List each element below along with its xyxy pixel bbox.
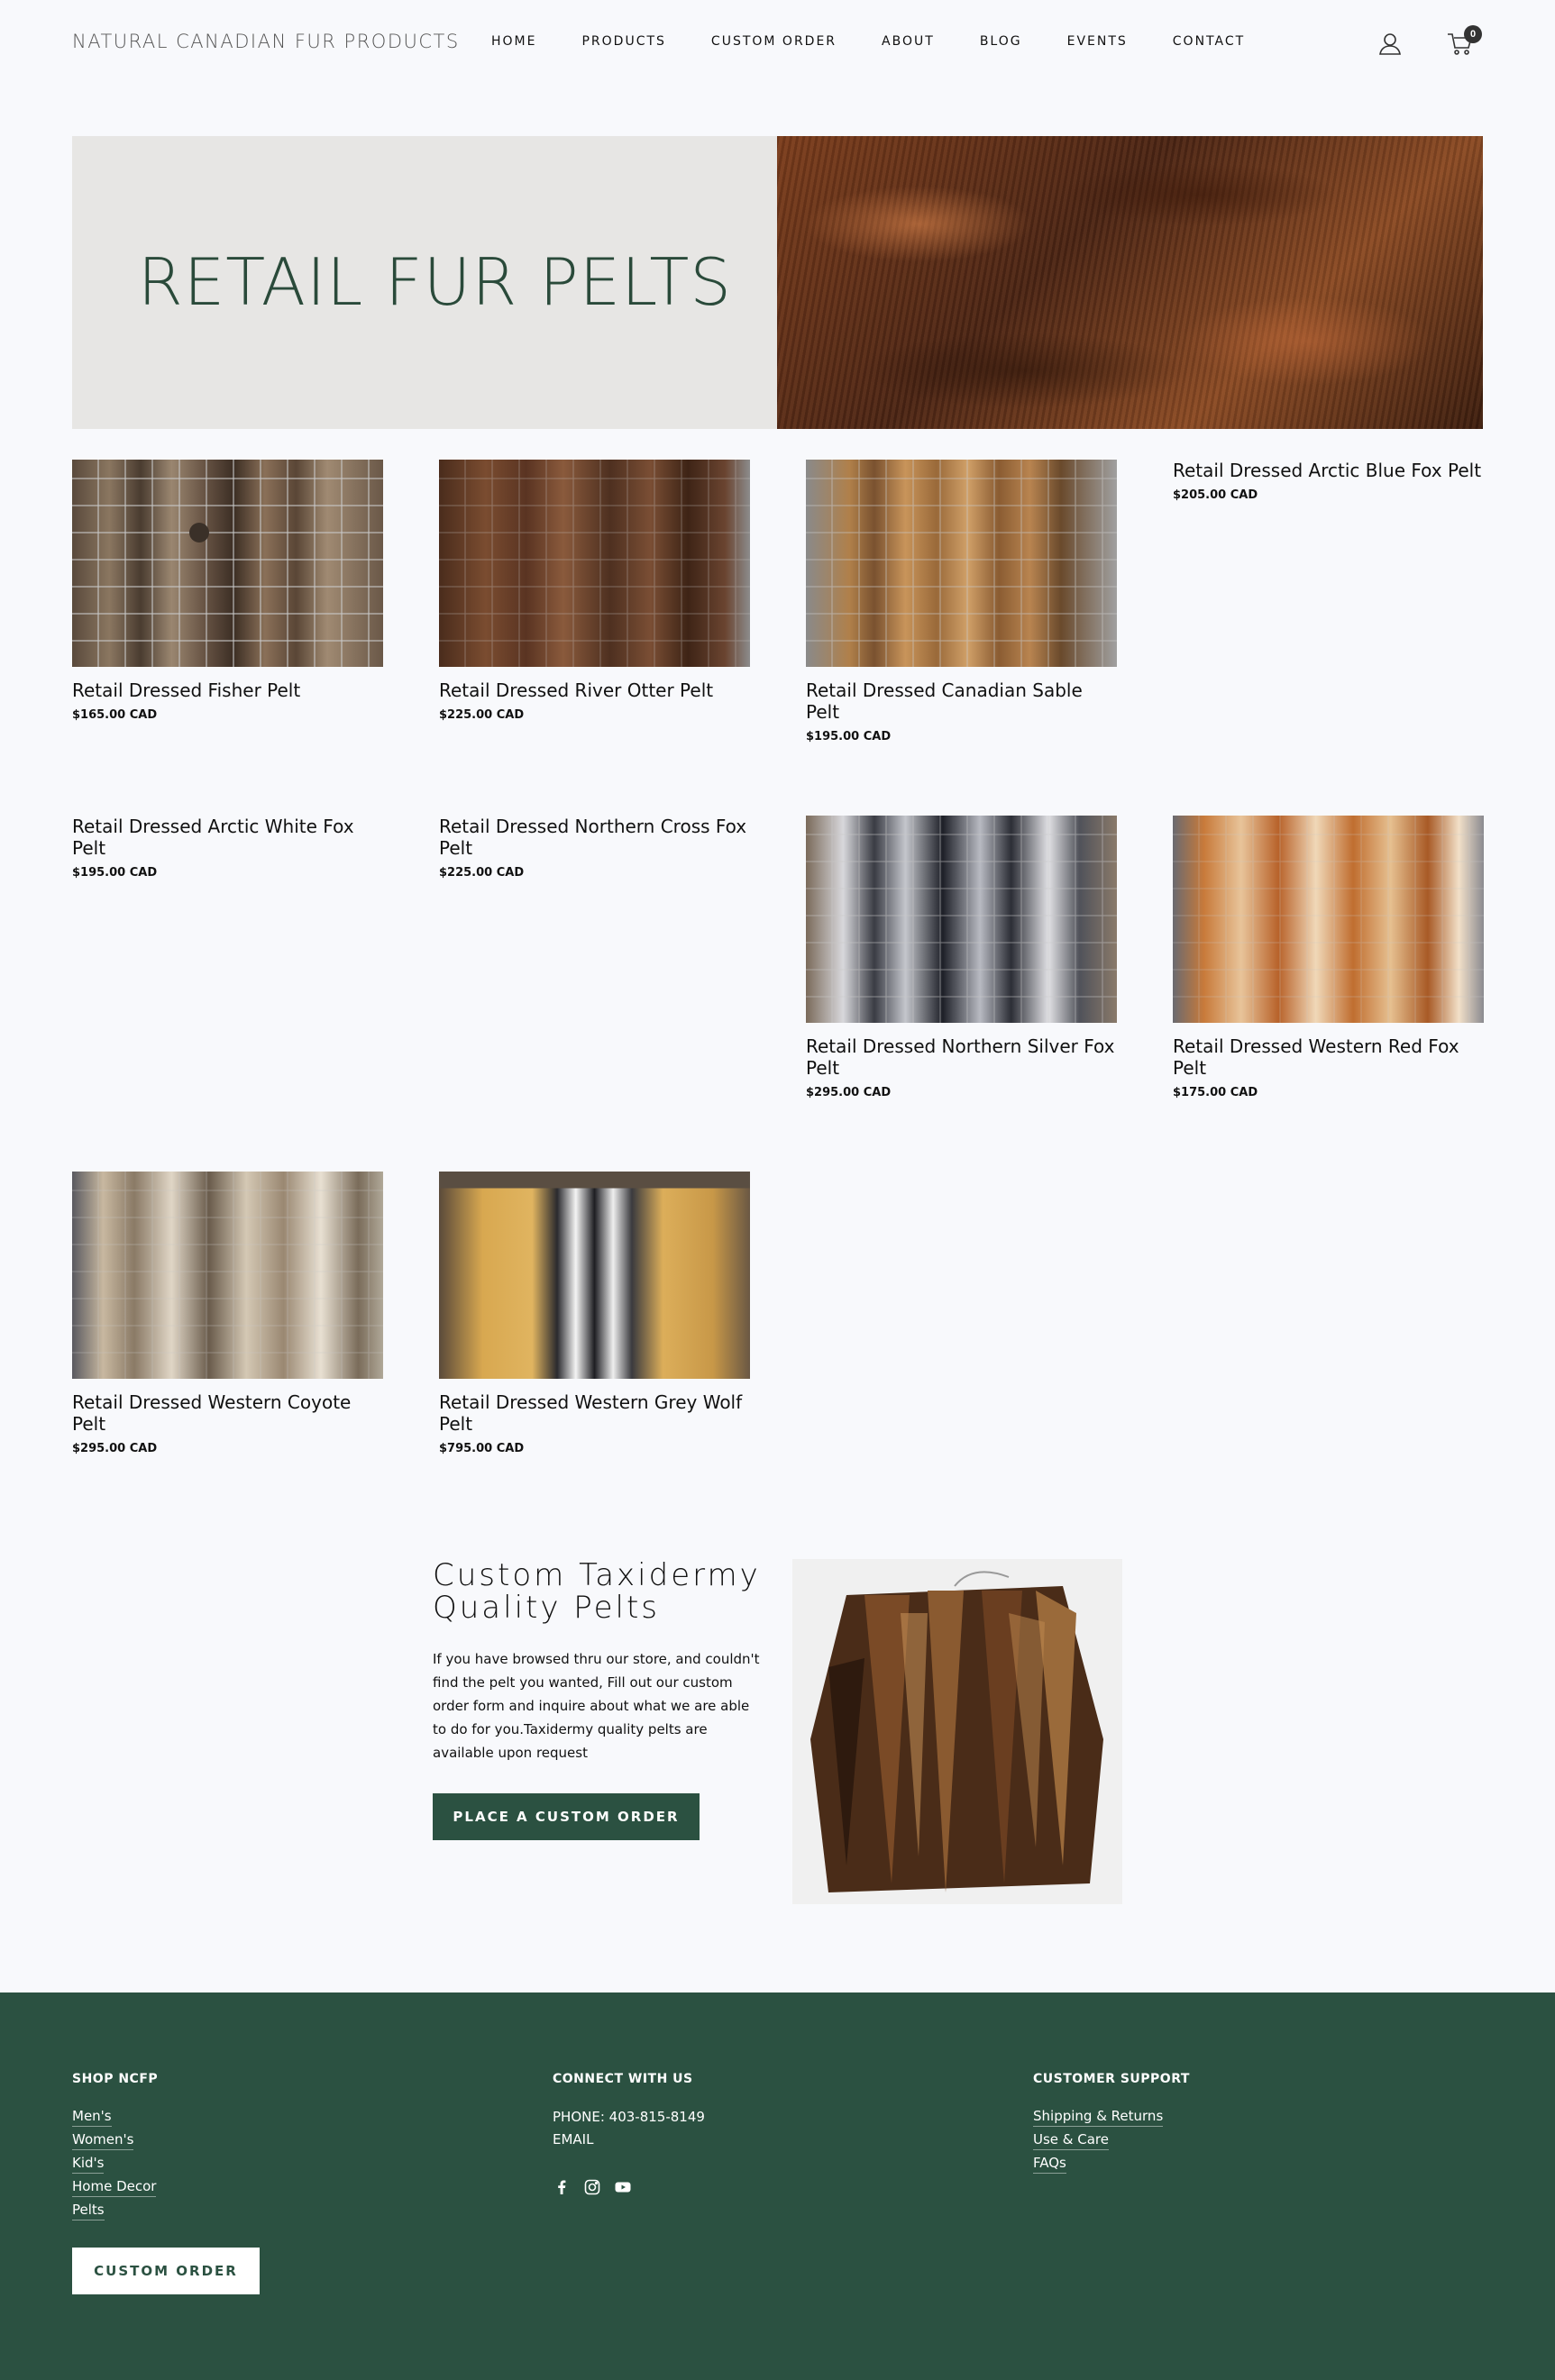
place-custom-order-button[interactable]: PLACE A CUSTOM ORDER bbox=[433, 1793, 700, 1840]
product-name[interactable]: Retail Dressed Western Grey Wolf Pelt bbox=[439, 1391, 750, 1435]
footer-link-faqs[interactable]: FAQs bbox=[1033, 2153, 1066, 2174]
footer-shop-heading: SHOP NCFP bbox=[72, 2072, 159, 2086]
footer-connect-column: CONNECT WITH US PHONE: 403-815-8149 EMAI… bbox=[553, 2072, 705, 2196]
social-links bbox=[553, 2178, 705, 2196]
product-name[interactable]: Retail Dressed Fisher Pelt bbox=[72, 679, 383, 701]
footer-link-pelts[interactable]: Pelts bbox=[72, 2200, 105, 2220]
youtube-icon[interactable] bbox=[614, 2178, 632, 2196]
site-header: NATURAL CANADIAN FUR PRODUCTS HOME PRODU… bbox=[0, 0, 1555, 87]
product-card[interactable]: Retail Dressed Western Coyote Pelt $295.… bbox=[72, 1172, 383, 1455]
nav-blog[interactable]: BLOG bbox=[980, 34, 1022, 49]
footer-shop-column: SHOP NCFP Men's Women's Kid's Home Decor… bbox=[72, 2072, 158, 2223]
nav-events[interactable]: EVENTS bbox=[1067, 34, 1128, 49]
account-icon[interactable] bbox=[1377, 31, 1403, 56]
footer-support-heading: CUSTOMER SUPPORT bbox=[1033, 2072, 1190, 2086]
footer-link-home-decor[interactable]: Home Decor bbox=[72, 2176, 157, 2197]
product-image[interactable] bbox=[806, 816, 1117, 1023]
product-card[interactable]: Retail Dressed Canadian Sable Pelt $195.… bbox=[806, 460, 1117, 743]
nav-contact[interactable]: CONTACT bbox=[1173, 34, 1245, 49]
product-name[interactable]: Retail Dressed Western Coyote Pelt bbox=[72, 1391, 383, 1435]
footer-phone[interactable]: PHONE: 403-815-8149 bbox=[553, 2106, 705, 2129]
hero-title-panel: RETAIL FUR PELTS bbox=[72, 136, 777, 429]
product-card[interactable]: Retail Dressed Western Grey Wolf Pelt $7… bbox=[439, 1172, 750, 1455]
footer-link-womens[interactable]: Women's bbox=[72, 2129, 134, 2150]
pelt-bundle-graphic bbox=[792, 1559, 1122, 1904]
cart-count-badge: 0 bbox=[1464, 25, 1482, 43]
nav-custom-order[interactable]: CUSTOM ORDER bbox=[711, 34, 837, 49]
instagram-icon[interactable] bbox=[583, 2178, 601, 2196]
product-image[interactable] bbox=[439, 460, 750, 667]
product-name[interactable]: Retail Dressed Western Red Fox Pelt bbox=[1173, 1035, 1484, 1079]
hero-title: RETAIL FUR PELTS bbox=[137, 244, 732, 320]
nav-about[interactable]: ABOUT bbox=[882, 34, 935, 49]
footer-connect-heading: CONNECT WITH US bbox=[553, 2072, 693, 2086]
product-price: $225.00 CAD bbox=[439, 708, 525, 722]
product-price: $195.00 CAD bbox=[72, 866, 158, 880]
product-card[interactable]: Retail Dressed Arctic Blue Fox Pelt $205… bbox=[1173, 460, 1484, 502]
product-name[interactable]: Retail Dressed Arctic White Fox Pelt bbox=[72, 816, 383, 859]
nav-home[interactable]: HOME bbox=[491, 34, 536, 49]
main-nav: HOME PRODUCTS CUSTOM ORDER ABOUT BLOG EV… bbox=[491, 34, 1245, 49]
sable-pelts-image bbox=[792, 1559, 1122, 1904]
facebook-icon[interactable] bbox=[553, 2178, 571, 2196]
product-price: $295.00 CAD bbox=[72, 1442, 158, 1455]
product-name[interactable]: Retail Dressed Canadian Sable Pelt bbox=[806, 679, 1117, 723]
footer-link-mens[interactable]: Men's bbox=[72, 2106, 112, 2127]
hero-fur-image bbox=[777, 136, 1483, 429]
footer-link-kids[interactable]: Kid's bbox=[72, 2153, 105, 2174]
product-price: $225.00 CAD bbox=[439, 866, 525, 880]
footer-link-shipping-returns[interactable]: Shipping & Returns bbox=[1033, 2106, 1164, 2127]
product-image[interactable] bbox=[72, 460, 383, 667]
hero-banner: RETAIL FUR PELTS bbox=[72, 136, 1483, 429]
product-name[interactable]: Retail Dressed Northern Cross Fox Pelt bbox=[439, 816, 750, 859]
product-name[interactable]: Retail Dressed Northern Silver Fox Pelt bbox=[806, 1035, 1117, 1079]
nav-products[interactable]: PRODUCTS bbox=[581, 34, 665, 49]
product-card[interactable]: Retail Dressed Arctic White Fox Pelt $19… bbox=[72, 816, 383, 880]
product-price: $165.00 CAD bbox=[72, 708, 158, 722]
footer-link-use-care[interactable]: Use & Care bbox=[1033, 2129, 1109, 2150]
product-card[interactable]: Retail Dressed Northern Silver Fox Pelt … bbox=[806, 816, 1117, 1099]
site-footer: SHOP NCFP Men's Women's Kid's Home Decor… bbox=[0, 1992, 1555, 2380]
footer-support-column: CUSTOMER SUPPORT Shipping & Returns Use … bbox=[1033, 2072, 1190, 2176]
product-card[interactable]: Retail Dressed Northern Cross Fox Pelt $… bbox=[439, 816, 750, 880]
custom-section-title: Custom Taxidermy Quality Pelts bbox=[433, 1557, 761, 1626]
footer-email-link[interactable]: EMAIL bbox=[553, 2129, 705, 2151]
product-card[interactable]: Retail Dressed River Otter Pelt $225.00 … bbox=[439, 460, 750, 722]
product-price: $205.00 CAD bbox=[1173, 488, 1258, 502]
product-image[interactable] bbox=[1173, 816, 1484, 1023]
product-card[interactable]: Retail Dressed Fisher Pelt $165.00 CAD bbox=[72, 460, 383, 722]
product-card[interactable]: Retail Dressed Western Red Fox Pelt $175… bbox=[1173, 816, 1484, 1099]
brand-logo[interactable]: NATURAL CANADIAN FUR PRODUCTS bbox=[72, 31, 460, 52]
product-price: $175.00 CAD bbox=[1173, 1086, 1258, 1099]
footer-custom-order-button[interactable]: CUSTOM ORDER bbox=[72, 2248, 260, 2294]
product-image[interactable] bbox=[439, 1172, 750, 1379]
product-name[interactable]: Retail Dressed River Otter Pelt bbox=[439, 679, 750, 701]
product-price: $295.00 CAD bbox=[806, 1086, 892, 1099]
product-image[interactable] bbox=[806, 460, 1117, 667]
product-price: $795.00 CAD bbox=[439, 1442, 525, 1455]
custom-section-text: If you have browsed thru our store, and … bbox=[433, 1651, 760, 1761]
product-image[interactable] bbox=[72, 1172, 383, 1379]
product-name[interactable]: Retail Dressed Arctic Blue Fox Pelt bbox=[1173, 460, 1484, 481]
product-price: $195.00 CAD bbox=[806, 730, 892, 743]
